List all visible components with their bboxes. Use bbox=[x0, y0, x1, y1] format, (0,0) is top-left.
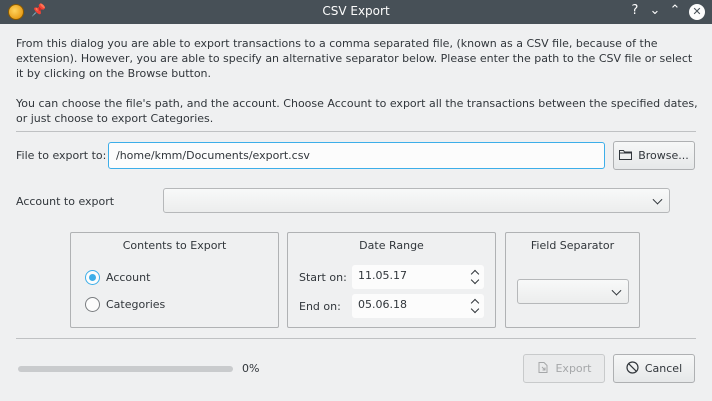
file-path-value: /home/kmm/Documents/export.csv bbox=[116, 149, 310, 162]
end-date-spinbox[interactable]: 05.06.18 bbox=[352, 294, 484, 318]
export-button[interactable]: Export bbox=[523, 354, 605, 383]
categories-radio[interactable] bbox=[85, 297, 100, 312]
field-separator-group-title: Field Separator bbox=[530, 239, 615, 252]
account-radio-label[interactable]: Account bbox=[106, 271, 150, 284]
title-bar: 📌 CSV Export ? ⌄ ⌃ ✕ bbox=[0, 0, 712, 24]
chevron-down-icon[interactable] bbox=[470, 275, 480, 285]
cancel-icon bbox=[626, 360, 639, 377]
export-icon bbox=[536, 361, 549, 377]
end-date-value: 05.06.18 bbox=[358, 298, 407, 311]
chevron-down-icon[interactable] bbox=[470, 304, 480, 314]
account-label: Account to export bbox=[16, 195, 115, 208]
account-select[interactable] bbox=[163, 188, 670, 213]
contents-group-title: Contents to Export bbox=[122, 239, 227, 252]
divider bbox=[16, 131, 696, 132]
account-radio[interactable] bbox=[85, 270, 100, 285]
file-label: File to export to: bbox=[16, 149, 107, 162]
start-date-value: 11.05.17 bbox=[358, 269, 407, 282]
browse-button[interactable]: Browse... bbox=[613, 141, 695, 170]
browse-button-label: Browse... bbox=[638, 149, 689, 162]
folder-icon bbox=[619, 149, 633, 163]
contents-group: Contents to Export bbox=[70, 232, 279, 328]
export-button-label: Export bbox=[555, 362, 592, 375]
date-range-group-title: Date Range bbox=[359, 239, 424, 252]
export-progress-bar bbox=[18, 366, 233, 372]
divider bbox=[16, 338, 696, 339]
cancel-button[interactable]: Cancel bbox=[613, 354, 695, 383]
start-date-label: Start on: bbox=[299, 271, 347, 284]
maximize-icon[interactable]: ⌃ bbox=[666, 2, 684, 20]
chevron-down-icon bbox=[652, 194, 663, 205]
close-icon[interactable]: ✕ bbox=[689, 4, 705, 20]
categories-radio-label[interactable]: Categories bbox=[106, 298, 165, 311]
window-title: CSV Export bbox=[322, 4, 390, 18]
intro-paragraph-1: From this dialog you are able to export … bbox=[16, 37, 693, 80]
intro-paragraph-2: You can choose the file's path, and the … bbox=[16, 97, 698, 125]
help-icon[interactable]: ? bbox=[626, 2, 644, 20]
chevron-down-icon bbox=[611, 285, 622, 296]
minimize-icon[interactable]: ⌄ bbox=[646, 2, 664, 20]
file-path-input[interactable]: /home/kmm/Documents/export.csv bbox=[108, 142, 605, 169]
end-date-label: End on: bbox=[299, 300, 341, 313]
start-date-spinbox[interactable]: 11.05.17 bbox=[352, 265, 484, 289]
cancel-button-label: Cancel bbox=[644, 362, 683, 375]
progress-text: 0% bbox=[242, 362, 260, 375]
field-separator-select[interactable] bbox=[517, 279, 629, 304]
